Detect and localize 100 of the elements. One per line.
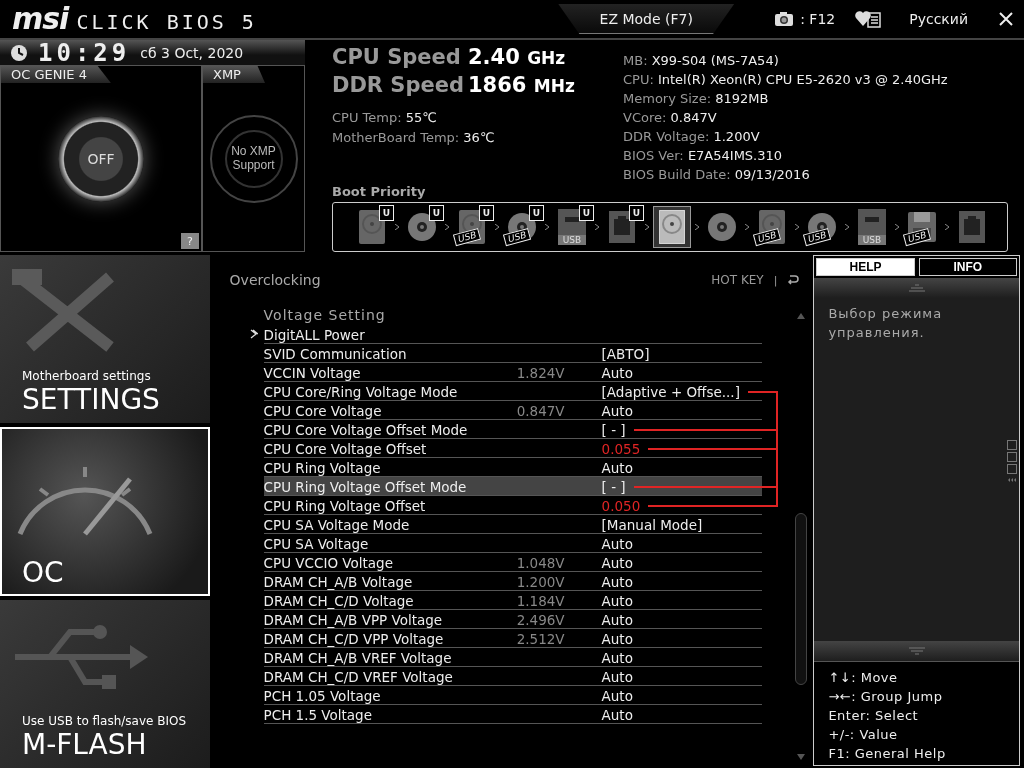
ez-mode-button[interactable]: EZ Mode (F7) <box>558 4 735 34</box>
setting-row[interactable]: DRAM CH_A/B Voltage 1.200V Auto <box>263 572 778 591</box>
setting-name: DRAM CH_C/D VREF Voltage <box>263 668 454 685</box>
boot-device[interactable]: USB <box>903 206 941 248</box>
sidebar-tile[interactable]: OC <box>0 427 210 596</box>
scroll-up-icon[interactable] <box>796 313 805 319</box>
back-icon[interactable] <box>787 274 800 286</box>
chevron-icon <box>645 224 649 230</box>
setting-name: PCH 1.5 Voltage <box>263 706 373 723</box>
hot-key-button[interactable]: HOT KEY <box>711 273 764 287</box>
setting-name: PCH 1.05 Voltage <box>263 687 382 704</box>
sidebar-tile[interactable]: Use USB to flash/save BIOS M-FLASH <box>0 599 210 768</box>
setting-row[interactable]: PCH 1.05 Voltage Auto <box>263 686 778 705</box>
setting-row[interactable]: CPU Core Voltage Offset Mode [ - ] <box>263 420 778 439</box>
heart-list-icon[interactable] <box>855 10 882 28</box>
breadcrumb: Overclocking <box>229 272 321 288</box>
scroll-down-icon[interactable] <box>796 754 805 760</box>
boot-device[interactable] <box>653 206 691 248</box>
scroll-down-icon[interactable] <box>908 647 925 655</box>
setting-reading: 0.847V <box>516 402 565 419</box>
setting-row[interactable]: DRAM CH_A/B VREF Voltage Auto <box>263 648 778 667</box>
setting-name: CPU SA Voltage Mode <box>263 516 411 533</box>
setting-row[interactable]: CPU Ring Voltage Auto <box>263 458 778 477</box>
temperature-reading: CPU Temp: 55℃ <box>332 109 438 127</box>
panel-handle-icon[interactable] <box>1007 440 1017 484</box>
setting-value: Auto <box>601 535 633 552</box>
setting-name: DigitALL Power <box>263 326 366 343</box>
setting-name: CPU Ring Voltage Offset <box>263 497 427 514</box>
oc-genie-knob[interactable]: OFF <box>58 115 144 202</box>
setting-name: DRAM CH_C/D Voltage <box>263 592 415 609</box>
uefi-badge: U <box>479 205 494 221</box>
setting-row[interactable]: CPU Ring Voltage Offset 0.050 <box>263 496 778 515</box>
setting-row[interactable]: CPU VCCIO Voltage 1.048V Auto <box>263 553 778 572</box>
setting-row[interactable]: CPU SA Voltage Auto <box>263 534 778 553</box>
setting-name: SVID Communication <box>263 345 408 362</box>
chevron-icon <box>695 224 699 230</box>
hard-drive-icon <box>359 210 385 244</box>
setting-value: Auto <box>601 592 633 609</box>
boot-device[interactable]: U USB <box>503 206 541 248</box>
setting-name: DRAM CH_A/B VREF Voltage <box>263 649 453 666</box>
setting-row[interactable]: CPU Core Voltage Offset 0.055 <box>263 439 778 458</box>
boot-device[interactable]: U <box>353 206 391 248</box>
setting-value: Auto <box>601 554 633 571</box>
setting-row[interactable]: CPU Ring Voltage Offset Mode [ - ] <box>263 477 778 496</box>
setting-reading: 2.496V <box>516 611 565 628</box>
setting-value: Auto <box>601 573 633 590</box>
setting-value: [Adaptive + Offse...] <box>601 383 740 400</box>
setting-row[interactable]: CPU Core Voltage 0.847V Auto <box>263 401 778 420</box>
key-hint: F1: General Help <box>828 745 947 763</box>
clock-date: сб 3 Oct, 2020 <box>140 44 244 61</box>
uefi-badge: U <box>529 205 544 221</box>
setting-value: 0.050 <box>601 497 641 514</box>
setting-name: CPU Core Voltage Offset <box>263 440 428 457</box>
uefi-badge: U <box>429 205 444 221</box>
setting-value: Auto <box>601 687 633 704</box>
setting-row[interactable]: SVID Communication [ABTO] <box>263 344 778 363</box>
setting-value: 0.055 <box>601 440 641 457</box>
setting-value: Auto <box>601 364 633 381</box>
setting-row[interactable]: DigitALL Power <box>263 325 778 344</box>
setting-row[interactable]: DRAM CH_A/B VPP Voltage 2.496V Auto <box>263 610 778 629</box>
setting-reading: 1.184V <box>516 592 565 609</box>
disc-icon <box>707 212 737 242</box>
language-button[interactable]: Русский <box>909 11 968 27</box>
setting-row[interactable]: CPU Core/Ring Voltage Mode [Adaptive + Offse...] <box>263 382 778 401</box>
boot-device[interactable]: USB <box>803 206 841 248</box>
submenu-chevron-icon <box>249 329 258 339</box>
panel-tab[interactable]: HELP <box>816 258 915 276</box>
product-name: CLICK BIOS 5 <box>76 10 257 34</box>
key-hint: Enter: Select <box>828 707 920 725</box>
xmp-button[interactable]: No XMP Support <box>209 114 298 203</box>
setting-row[interactable]: VCCIN Voltage 1.824V Auto <box>263 363 778 382</box>
network-port-icon <box>609 211 635 243</box>
setting-value: [ABTO] <box>601 345 650 362</box>
boot-device[interactable]: U <box>403 206 441 248</box>
boot-device[interactable]: U <box>603 206 641 248</box>
setting-name: DRAM CH_C/D VPP Voltage <box>263 630 445 647</box>
scrollbar-thumb[interactable] <box>794 513 807 685</box>
close-icon[interactable] <box>998 11 1014 27</box>
boot-device[interactable]: U USB <box>453 206 491 248</box>
speed-label: CPU Speed <box>332 44 462 71</box>
setting-row[interactable]: DRAM CH_C/D VREF Voltage Auto <box>263 667 778 686</box>
setting-row[interactable]: DRAM CH_C/D VPP Voltage 2.512V Auto <box>263 629 778 648</box>
setting-name: CPU Ring Voltage <box>263 459 382 476</box>
setting-row[interactable]: CPU SA Voltage Mode [Manual Mode] <box>263 515 778 534</box>
setting-row[interactable]: PCH 1.5 Voltage Auto <box>263 705 778 724</box>
setting-value: [ - ] <box>601 478 626 495</box>
clock-time: 10:29 <box>38 38 131 67</box>
setting-row[interactable]: DRAM CH_C/D Voltage 1.184V Auto <box>263 591 778 610</box>
panel-tab[interactable]: INFO <box>918 258 1017 276</box>
chevron-icon <box>845 224 849 230</box>
setting-value: Auto <box>601 649 633 666</box>
boot-device[interactable]: USB <box>753 206 791 248</box>
camera-icon[interactable] <box>774 11 795 27</box>
setting-name: CPU Core/Ring Voltage Mode <box>263 383 459 400</box>
boot-priority-title: Boot Priority <box>332 184 427 199</box>
setting-name: CPU Core Voltage <box>263 402 383 419</box>
help-text: Выбор режима управления. <box>828 305 944 342</box>
system-info-line: DDR Voltage: 1.200V <box>623 128 761 146</box>
chevron-icon <box>445 224 449 230</box>
sidebar-tile[interactable]: Motherboard settings SETTINGS <box>0 255 210 424</box>
